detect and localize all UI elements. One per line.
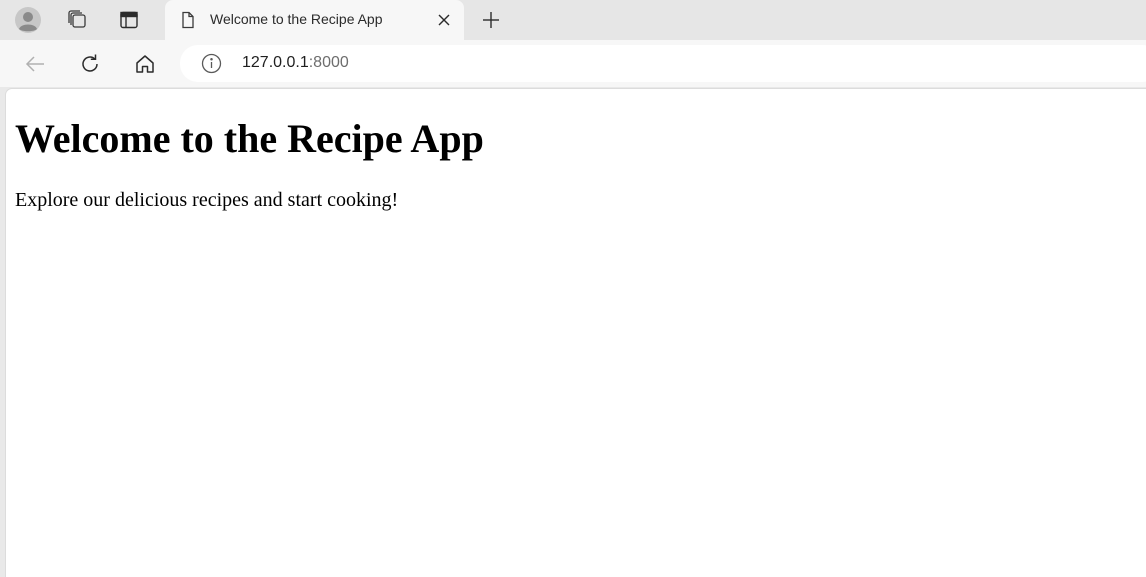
refresh-button[interactable]: [74, 48, 106, 80]
page-intro-text: Explore our delicious recipes and start …: [15, 189, 399, 211]
navigation-toolbar: 127.0.0.1:8000: [0, 40, 1146, 87]
home-button[interactable]: [129, 48, 161, 80]
close-icon: [437, 13, 451, 27]
profile-button[interactable]: [13, 5, 43, 35]
back-arrow-icon: [24, 53, 46, 75]
refresh-icon: [79, 53, 101, 75]
tab-title: Welcome to the Recipe App: [210, 11, 383, 27]
address-bar[interactable]: 127.0.0.1:8000: [180, 45, 1146, 82]
vertical-tabs-icon: [119, 10, 139, 30]
close-tab-button[interactable]: [434, 10, 454, 30]
workspaces-icon: [66, 9, 88, 31]
url-text[interactable]: 127.0.0.1:8000: [242, 54, 349, 72]
vertical-tabs-button[interactable]: [114, 5, 144, 35]
new-tab-button[interactable]: [476, 5, 506, 35]
plus-icon: [481, 10, 501, 30]
url-port: :8000: [308, 54, 349, 71]
workspaces-button[interactable]: [62, 5, 92, 35]
back-button[interactable]: [19, 48, 51, 80]
tab-active[interactable]: Welcome to the Recipe App: [165, 0, 464, 40]
profile-avatar-icon: [14, 6, 42, 34]
home-icon: [134, 53, 156, 75]
browser-window: Welcome to the Recipe App 127.0.0.1:8000…: [0, 0, 1146, 577]
page-viewport: Welcome to the Recipe App Explore our de…: [5, 88, 1146, 577]
info-icon[interactable]: [201, 53, 222, 74]
page-heading: Welcome to the Recipe App: [15, 116, 484, 161]
tab-strip: Welcome to the Recipe App: [0, 0, 1146, 40]
page-icon: [179, 11, 197, 29]
url-host: 127.0.0.1: [242, 54, 309, 71]
